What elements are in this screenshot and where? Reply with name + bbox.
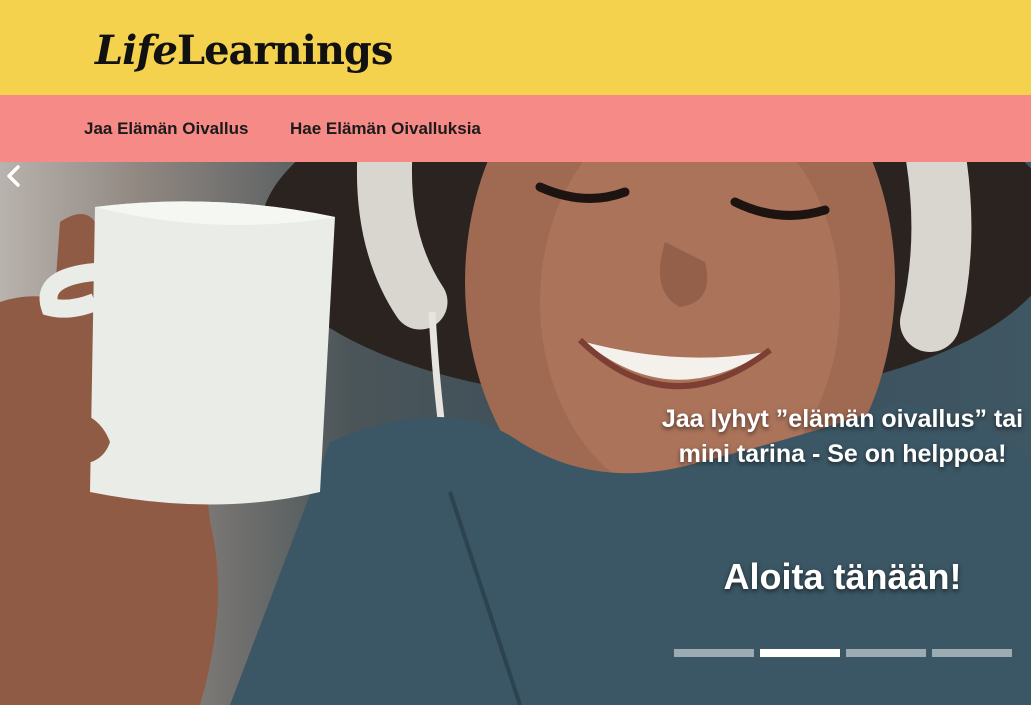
logo-life: Life [95, 27, 178, 74]
carousel-caption: Jaa lyhyt ”elämän oivallus” tai mini tar… [661, 405, 1024, 468]
site-logo[interactable]: LifeLearnings [95, 26, 393, 76]
nav-search-insights[interactable]: Hae Elämän Oivalluksia [290, 119, 481, 139]
chevron-left-icon[interactable] [0, 162, 28, 190]
nav-share-insight[interactable]: Jaa Elämän Oivallus [84, 119, 248, 139]
site-header: LifeLearnings [0, 0, 1031, 95]
coffee-mug [90, 201, 335, 505]
carousel-indicator-3[interactable] [846, 649, 926, 657]
carousel-indicator-4[interactable] [932, 649, 1012, 657]
main-navigation: Jaa Elämän Oivallus Hae Elämän Oivalluks… [0, 95, 1031, 162]
start-today-link[interactable]: Aloita tänään! [650, 555, 1031, 599]
hero-carousel: Jaa lyhyt ”elämän oivallus” tai mini tar… [0, 162, 1031, 705]
headphone-right [900, 162, 972, 352]
carousel-indicator-2[interactable] [760, 649, 840, 657]
logo-learnings: Learnings [176, 27, 393, 74]
carousel-indicator-1[interactable] [674, 649, 754, 657]
